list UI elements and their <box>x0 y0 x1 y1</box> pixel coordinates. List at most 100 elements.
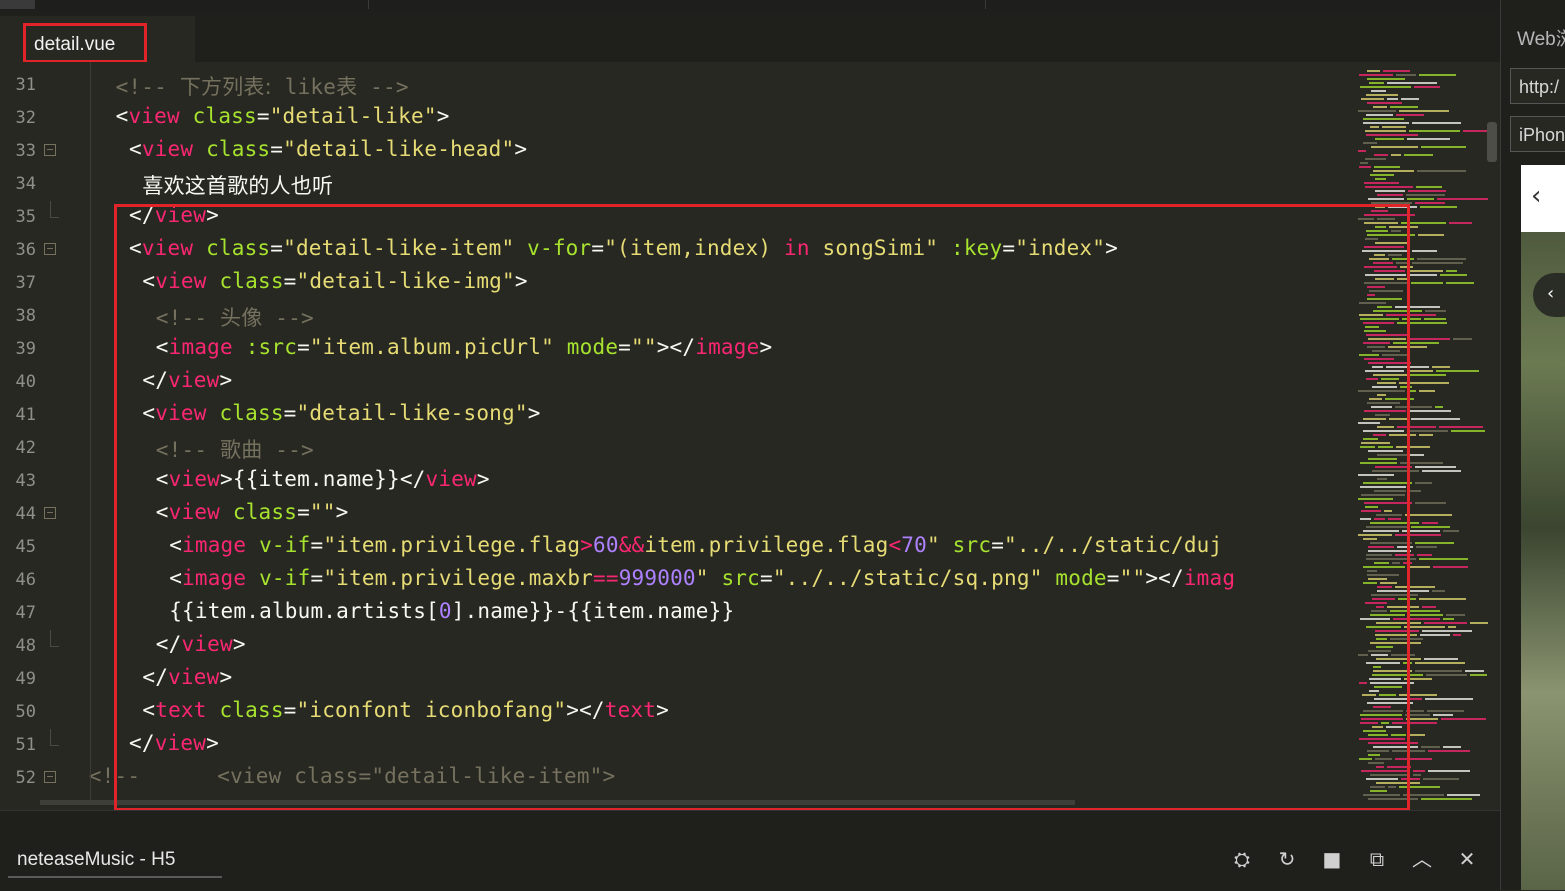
stop-icon[interactable]: ■ <box>1319 846 1345 872</box>
minimap-line <box>1358 150 1366 152</box>
fold-toggle-icon[interactable] <box>44 243 56 255</box>
line-number: 45 <box>15 537 36 557</box>
minimap-line <box>1420 206 1457 208</box>
top-strip-divider <box>985 0 986 9</box>
preview-viewport[interactable]: ‹ ‹ <box>1521 165 1565 890</box>
minimap-line <box>1470 674 1487 676</box>
minimap-line <box>1404 154 1433 156</box>
refresh-icon[interactable]: ↻ <box>1274 846 1300 872</box>
line-number: 47 <box>15 603 36 623</box>
minimap-line <box>1401 98 1419 100</box>
minimap-line <box>1409 274 1437 276</box>
minimap-line <box>1366 94 1398 96</box>
chevron-left-icon[interactable]: ‹ <box>1531 181 1541 211</box>
code-line[interactable]: 32 <view class="detail-like"> <box>0 102 1340 135</box>
fold-toggle-icon[interactable] <box>44 144 56 156</box>
minimap-line <box>1446 614 1465 616</box>
debug-icon[interactable]: ⛭ <box>1229 846 1255 872</box>
code-highlight-annotation <box>114 204 1410 811</box>
minimap-line <box>1421 798 1472 800</box>
minimap-line <box>1374 154 1388 156</box>
minimap-line <box>1446 282 1474 284</box>
minimap-line <box>1422 470 1461 472</box>
minimap-line <box>1437 198 1488 200</box>
minimap-line <box>1387 82 1437 84</box>
vertical-scrollbar-thumb[interactable] <box>1487 122 1497 162</box>
minimap-line <box>1453 338 1472 340</box>
line-number: 51 <box>15 735 36 755</box>
line-number: 43 <box>15 471 36 491</box>
minimap-line <box>1412 262 1463 264</box>
minimap-line <box>1412 122 1461 124</box>
minimap-line <box>1432 366 1450 368</box>
minimap-line <box>1360 86 1411 88</box>
line-number: 41 <box>15 405 36 425</box>
minimap-line <box>1406 194 1445 196</box>
line-number: 52 <box>15 768 36 788</box>
url-input[interactable]: http:/ <box>1510 68 1565 104</box>
minimap-line <box>1411 282 1443 284</box>
minimap-line <box>1443 530 1459 532</box>
minimap-line <box>1366 134 1418 136</box>
console-icon[interactable]: ⧉ <box>1364 846 1390 872</box>
minimap-line <box>1415 202 1445 204</box>
line-number: 38 <box>15 306 36 326</box>
minimap-line <box>1363 142 1377 144</box>
minimap-line <box>1415 662 1465 664</box>
editor-tab-bar: detail.vue <box>0 10 1500 62</box>
minimap-line <box>1363 118 1404 120</box>
minimap-line <box>1432 590 1445 592</box>
minimap-line <box>1410 374 1446 376</box>
minimap-line <box>1368 198 1404 200</box>
minimap-line <box>1407 138 1450 140</box>
console-tab-label[interactable]: neteaseMusic - H5 <box>17 849 175 871</box>
top-strip-segment <box>0 0 35 9</box>
minimap-line <box>1415 502 1446 504</box>
minimap-line <box>1417 170 1466 172</box>
minimap-line <box>1373 170 1414 172</box>
web-browser-panel: Web浏 http:/ iPhon ‹ ‹ <box>1500 0 1565 890</box>
line-number: 40 <box>15 372 36 392</box>
device-select[interactable]: iPhon <box>1510 116 1565 152</box>
line-number: 31 <box>15 75 36 95</box>
minimap-line <box>1424 622 1467 624</box>
chevron-left-icon: ‹ <box>1547 283 1555 304</box>
window-top-strip <box>0 0 1500 10</box>
minimap-line <box>1409 490 1421 492</box>
minimap-line <box>1369 82 1384 84</box>
browser-panel-title: Web浏 <box>1517 29 1565 50</box>
minimap-line <box>1407 370 1433 372</box>
code-line[interactable]: 33 <view class="detail-like-head"> <box>0 135 1340 168</box>
chevron-up-icon[interactable]: ︿ <box>1409 846 1435 872</box>
minimap-line <box>1433 714 1453 716</box>
fold-toggle-icon[interactable] <box>44 771 56 783</box>
code-line[interactable]: 34 喜欢这首歌的人也听 <box>0 168 1340 201</box>
code-line[interactable]: 31 <!-- 下方列表: like表 --> <box>0 69 1340 102</box>
minimap-line <box>1361 98 1384 100</box>
minimap-line <box>1404 626 1445 628</box>
line-number: 50 <box>15 702 36 722</box>
minimap-line <box>1363 122 1409 124</box>
minimap-line <box>1415 670 1462 672</box>
minimap-line <box>1367 78 1405 80</box>
minimap-line <box>1439 426 1483 428</box>
minimap-line <box>1387 98 1398 100</box>
minimap-line <box>1463 130 1487 132</box>
minimap-line <box>1411 526 1450 528</box>
minimap-line <box>1428 750 1470 752</box>
line-number: 37 <box>15 273 36 293</box>
minimap-line <box>1449 222 1472 224</box>
minimap-line <box>1448 626 1456 628</box>
minimap-line <box>1426 674 1467 676</box>
minimap-line <box>1415 542 1454 544</box>
collapse-icon[interactable]: ✕ <box>1454 846 1480 872</box>
minimap-line <box>1423 778 1459 780</box>
minimap-line <box>1465 670 1484 672</box>
minimap-line <box>1359 166 1371 168</box>
minimap-line <box>1367 102 1402 104</box>
minimap-line <box>1417 258 1466 260</box>
top-strip-divider <box>368 0 369 9</box>
fold-toggle-icon[interactable] <box>44 507 56 519</box>
minimap-line <box>1413 774 1421 776</box>
minimap-line <box>1390 106 1418 108</box>
